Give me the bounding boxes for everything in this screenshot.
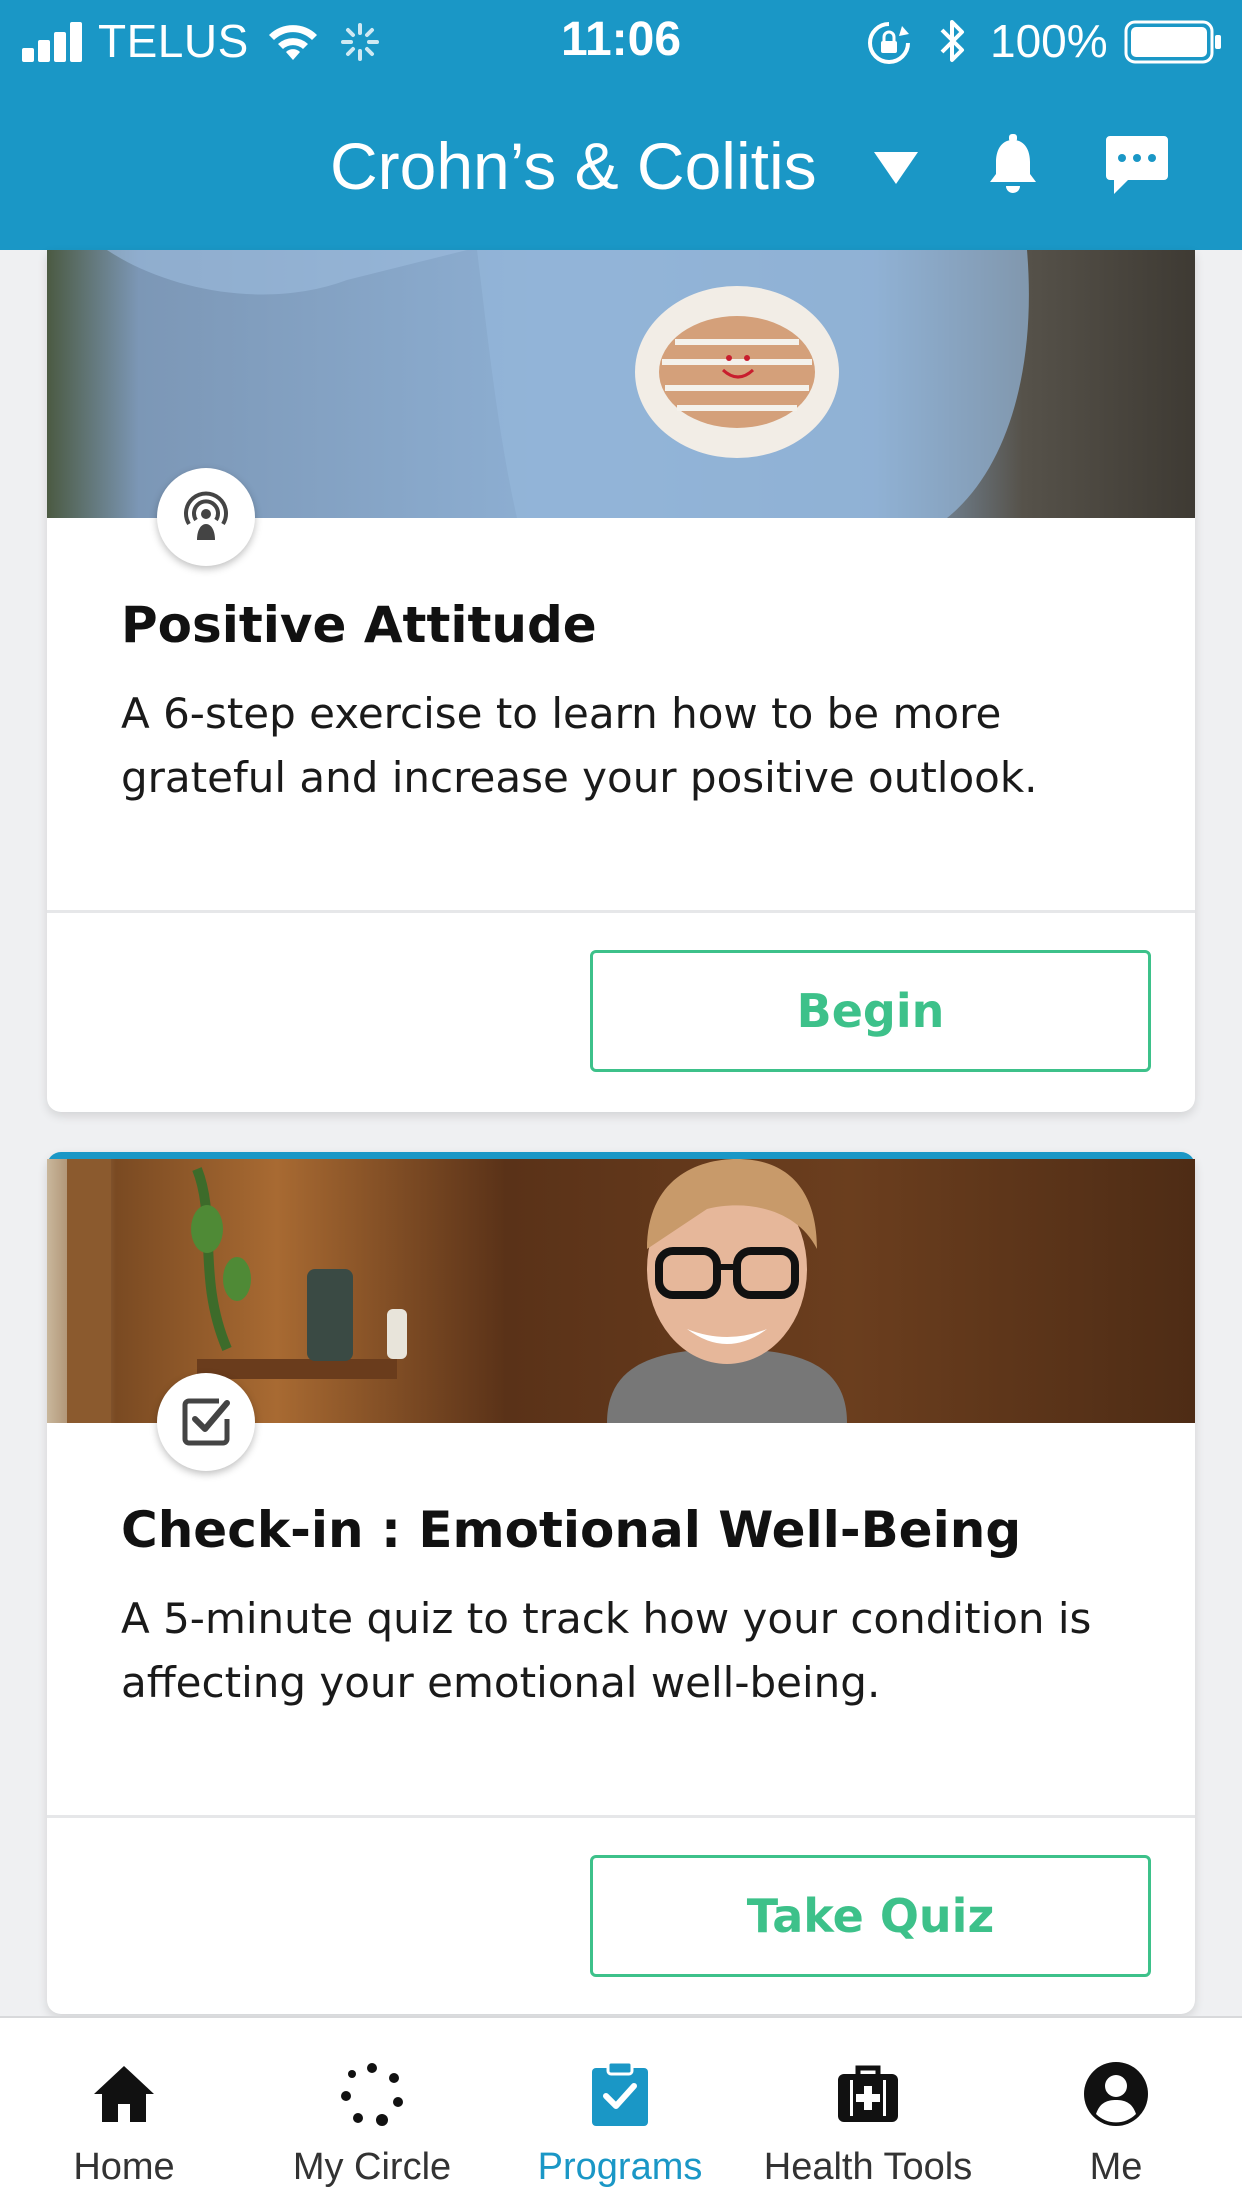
notifications-bell-icon[interactable] xyxy=(986,132,1040,196)
app-header: TELUS 11:06 100% Crohn’s & Colitis xyxy=(0,0,1242,250)
home-icon xyxy=(94,2066,154,2122)
nav-label: Home xyxy=(73,2146,175,2188)
card-divider xyxy=(47,910,1195,913)
nav-item-me[interactable]: Me xyxy=(992,2018,1240,2208)
begin-button[interactable]: Begin xyxy=(590,950,1151,1072)
podcast-icon xyxy=(184,491,228,540)
checkbox-icon xyxy=(182,1398,230,1446)
program-card[interactable]: Check-in : Emotional Well-Being A 5-minu… xyxy=(47,1152,1195,2014)
card-divider xyxy=(47,1815,1195,1818)
clipboard-check-icon xyxy=(592,2060,648,2126)
header-title-row: Crohn’s & Colitis xyxy=(0,118,1242,214)
status-bar: TELUS 11:06 100% xyxy=(0,0,1242,84)
card-type-badge xyxy=(157,468,255,566)
card-description: A 6-step exercise to learn how to be mor… xyxy=(121,689,1038,802)
nav-item-home[interactable]: Home xyxy=(0,2018,248,2208)
nav-label: My Circle xyxy=(292,2146,452,2188)
bottom-navigation: Home My Circle Programs Health Tools Me xyxy=(0,2016,1242,2208)
card-title: Positive Attitude xyxy=(121,596,597,654)
card-title: Check-in : Emotional Well-Being xyxy=(121,1501,1022,1559)
take-quiz-button[interactable]: Take Quiz xyxy=(590,1855,1151,1977)
nav-label: Programs xyxy=(537,2146,703,2188)
nav-label: Me xyxy=(1089,2146,1143,2188)
card-type-badge xyxy=(157,1373,255,1471)
messages-icon[interactable] xyxy=(1104,132,1170,198)
battery-icon xyxy=(1124,20,1221,64)
nav-label: Health Tools xyxy=(763,2146,973,2188)
battery-percent: 100% xyxy=(990,15,1108,67)
rotation-lock-icon xyxy=(868,22,910,64)
nav-item-my-circle[interactable]: My Circle xyxy=(248,2018,496,2208)
user-avatar-icon xyxy=(1084,2062,1148,2126)
nav-item-programs[interactable]: Programs xyxy=(496,2018,744,2208)
program-card[interactable]: Positive Attitude A 6-step exercise to l… xyxy=(47,250,1195,1112)
card-description: A 5-minute quiz to track how your condit… xyxy=(121,1594,1092,1707)
condition-selector[interactable]: Crohn’s & Colitis xyxy=(330,128,817,204)
nav-item-health-tools[interactable]: Health Tools xyxy=(744,2018,992,2208)
medical-kit-icon xyxy=(838,2065,898,2122)
circle-dots-icon xyxy=(341,2063,403,2126)
bluetooth-icon xyxy=(940,20,964,62)
chevron-down-icon[interactable] xyxy=(872,150,920,186)
